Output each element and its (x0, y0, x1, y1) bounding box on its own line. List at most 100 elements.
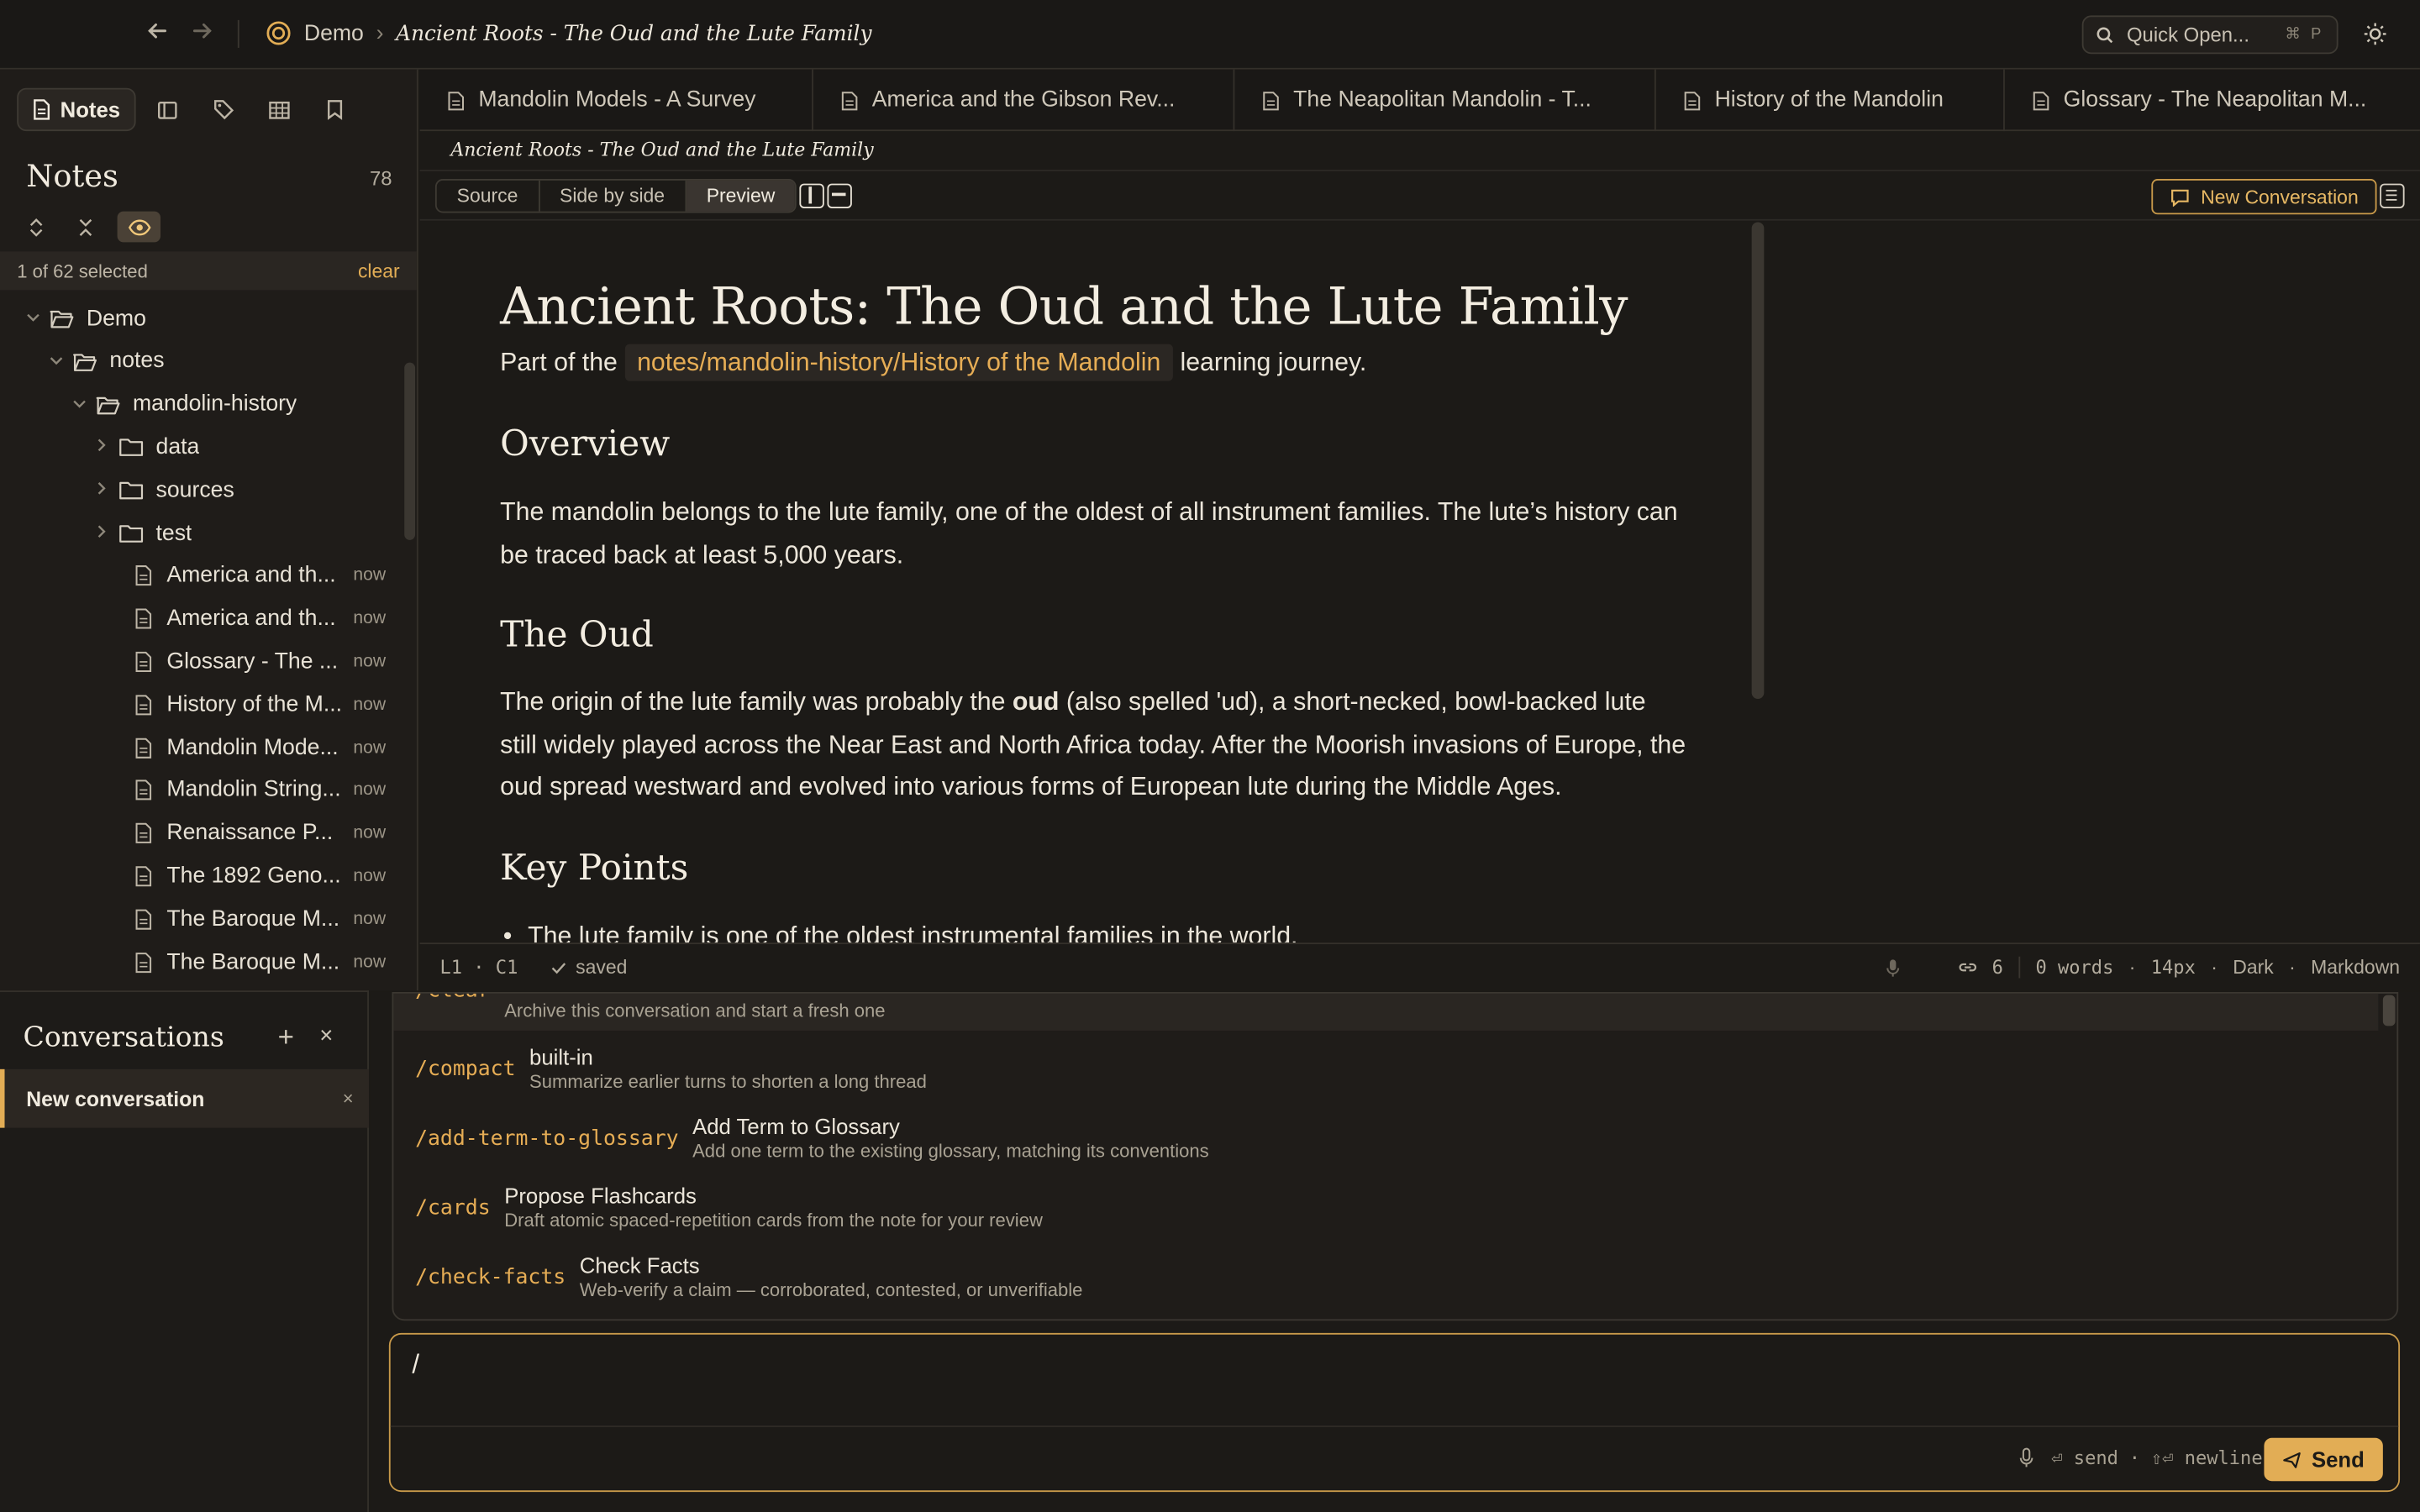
tree-folder[interactable]: test (0, 512, 404, 554)
command-name: /compact (415, 1057, 516, 1082)
tab-notes[interactable]: Notes (17, 87, 136, 132)
arrow-right-icon[interactable] (190, 18, 214, 43)
command-item[interactable]: /clear Archive this conversation and sta… (393, 993, 2379, 1031)
menu-scrollbar[interactable] (2382, 995, 2396, 1026)
cursor-position: L1 · C1 (439, 956, 518, 979)
tree-item-label: History of the M... (166, 692, 343, 717)
modified-time: now (353, 695, 387, 714)
editor-tab[interactable]: Mandolin Models - A Survey (420, 69, 813, 132)
plus-icon[interactable]: + (278, 1021, 294, 1054)
tree-file[interactable]: Glossary - The ... now (0, 641, 404, 683)
chevron-down-icon[interactable] (22, 310, 44, 327)
outline-icon[interactable] (2380, 183, 2405, 208)
modified-time: now (353, 652, 387, 671)
tree-file[interactable]: The 1892 Geno... now (0, 855, 404, 897)
editor-tab[interactable]: History of the Mandolin (1656, 69, 2005, 132)
microphone-icon[interactable] (1886, 958, 1900, 978)
tree-file[interactable]: The Baroque M... now (0, 898, 404, 940)
oud-text: The origin of the lute family was probab… (500, 688, 1006, 717)
note-icon (33, 99, 51, 121)
tree-file[interactable]: History of the M... now (0, 684, 404, 726)
mode-source-button[interactable]: Source (437, 180, 540, 212)
tree-file[interactable]: Renaissance P... now (0, 812, 404, 854)
sidebar-tabs: Notes (17, 87, 358, 132)
check-icon (551, 960, 566, 974)
tab-bookmarks[interactable] (312, 88, 358, 131)
command-item[interactable]: /compact built-in Summarize earlier turn… (393, 1044, 2378, 1114)
tree-file[interactable]: Mandolin String... now (0, 769, 404, 811)
mode-side-by-side-button[interactable]: Side by side (539, 180, 687, 212)
arrow-left-icon[interactable] (145, 18, 170, 43)
conversation-item[interactable]: New conversation × (0, 1068, 369, 1128)
editor-tab-label: America and the Gibson Rev... (871, 87, 1176, 113)
quick-open-button[interactable]: Quick Open... ⌘ P (2081, 15, 2338, 55)
chevron-right-icon[interactable] (91, 524, 113, 543)
command-name: /check-facts (415, 1265, 566, 1290)
chevron-right-icon[interactable] (91, 480, 113, 499)
tree-file[interactable]: The Baroque M... now (0, 941, 404, 983)
language-indicator[interactable]: Markdown (2311, 957, 2400, 979)
editor-tab[interactable]: Glossary - The Neapolitan M... (2005, 70, 2420, 131)
tree-item-label: data (155, 434, 200, 460)
theme-indicator[interactable]: Dark (2233, 957, 2274, 979)
tree-file[interactable]: America and th... now (0, 598, 404, 640)
tree-item-label: Renaissance P... (166, 821, 334, 846)
clear-selection-button[interactable]: clear (358, 260, 400, 281)
breadcrumb-document: Ancient Roots - The Oud and the Lute Fam… (396, 20, 872, 46)
chevron-down-icon[interactable] (68, 396, 90, 412)
new-conversation-button[interactable]: New Conversation (2151, 179, 2377, 215)
editor-tab-label: Mandolin Models - A Survey (478, 87, 756, 113)
font-size-indicator[interactable]: 14px (2151, 957, 2196, 979)
command-item[interactable]: /check-facts Check Facts Web-verify a cl… (393, 1252, 2378, 1319)
folder-icon (118, 437, 144, 459)
editor-scrollbar[interactable] (1751, 222, 1765, 700)
close-icon[interactable]: × (319, 1023, 333, 1049)
tab-tables[interactable] (256, 88, 302, 131)
message-composer[interactable]: / ⏎ send · ⇧⏎ newline Send (388, 1332, 2401, 1493)
chevron-down-icon[interactable] (45, 353, 66, 370)
tab-notes-label: Notes (60, 97, 121, 123)
command-description: Draft atomic spaced-repetition cards fro… (504, 1209, 1043, 1231)
layout-icon (158, 99, 178, 119)
command-item[interactable]: /add-term-to-glossary Add Term to Glossa… (393, 1114, 2378, 1184)
eye-icon[interactable] (117, 211, 161, 243)
send-button[interactable]: Send (2264, 1437, 2383, 1482)
sidebar-scrollbar[interactable] (404, 362, 416, 540)
tree-file[interactable]: America and th... now (0, 555, 404, 597)
close-icon[interactable]: × (343, 1088, 354, 1110)
bullet-item: • The lute family is one of the oldest i… (503, 916, 1703, 942)
command-item[interactable]: /cards Propose Flashcards Draft atomic s… (393, 1184, 2378, 1253)
expand-all-icon[interactable] (18, 212, 52, 243)
microphone-icon[interactable] (2018, 1447, 2033, 1469)
document-icon (133, 864, 155, 888)
mode-preview-button[interactable]: Preview (686, 180, 796, 212)
breadcrumb-workspace[interactable]: Demo (304, 21, 364, 45)
message-input[interactable]: / (412, 1350, 419, 1381)
quick-open-label: Quick Open... (2126, 23, 2249, 47)
tree-folder[interactable]: sources (0, 470, 404, 512)
tree-item-label: The Baroque M... (166, 949, 340, 974)
oud-paragraph: The origin of the lute family was probab… (500, 682, 1688, 811)
tree-folder[interactable]: data (0, 427, 404, 469)
tab-tags[interactable] (201, 88, 247, 131)
wiki-link[interactable]: notes/mandolin-history/History of the Ma… (624, 344, 1174, 381)
editor-tab[interactable]: The Neapolitan Mandolin - T... (1234, 69, 1656, 132)
tree-folder[interactable]: Demo (0, 297, 404, 339)
command-name: /clear (415, 994, 491, 1003)
oud-bold: oud (1012, 688, 1060, 717)
split-vertical-icon[interactable] (799, 183, 824, 208)
chevron-right-icon[interactable] (91, 438, 113, 456)
tree-folder[interactable]: notes (0, 341, 404, 383)
command-description: Web-verify a claim — corroborated, conte… (579, 1278, 1083, 1301)
tree-item-label: Demo (86, 306, 146, 331)
tree-folder[interactable]: mandolin-history (0, 384, 404, 426)
tree-file[interactable]: Mandolin Mode... now (0, 727, 404, 769)
tab-layout[interactable] (145, 88, 191, 131)
collapse-all-icon[interactable] (68, 212, 102, 243)
command-description: Archive this conversation and start a fr… (504, 1000, 886, 1021)
editor-tab[interactable]: America and the Gibson Rev... (813, 69, 1235, 132)
command-title: built-in (529, 1044, 593, 1069)
editor-tab-label: History of the Mandolin (1714, 87, 1944, 113)
split-horizontal-icon[interactable] (827, 183, 852, 208)
sun-icon[interactable] (2360, 18, 2391, 50)
